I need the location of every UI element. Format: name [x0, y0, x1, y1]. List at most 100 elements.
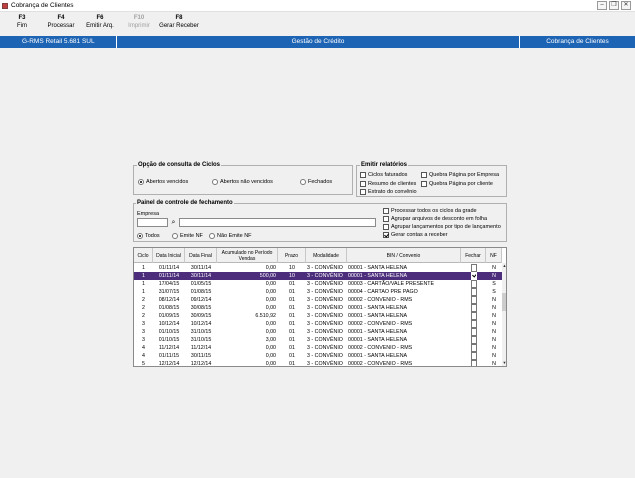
radio-dot — [209, 233, 215, 239]
cell-nf: N — [492, 273, 496, 279]
table-row[interactable]: 4 01/11/15 30/11/15 0,00 01 3 - CONVÊNIO 00001… — [134, 352, 502, 360]
radio-abertos-vencidos[interactable]: Abertos vencidos — [138, 179, 188, 185]
cell-mod: 3 - CONVÊNIO — [307, 305, 343, 311]
cell-nf: N — [492, 321, 496, 327]
check-extrato-convenio[interactable]: Extrato do convênio — [360, 189, 417, 195]
cell-ciclo: 2 — [142, 313, 145, 319]
fechar-checkbox[interactable] — [471, 288, 477, 296]
cell-acum: 3,00 — [265, 337, 276, 343]
close-icon[interactable]: ✕ — [621, 1, 631, 10]
toolbar: F3 Fim F4 Processar F6 Emitir Arq. F10 I… — [0, 12, 635, 36]
cell-mod: 3 - CONVÊNIO — [307, 321, 343, 327]
cell-prazo: 01 — [289, 361, 295, 367]
cell-mod: 3 - CONVÊNIO — [307, 289, 343, 295]
vertical-scrollbar[interactable]: ▲ ▼ — [502, 263, 506, 366]
col-bin-convenio[interactable]: BIN / Convenio — [347, 248, 461, 263]
cell-acum: 0,00 — [265, 289, 276, 295]
table-row[interactable]: 4 11/12/14 11/12/14 0,00 01 3 - CONVÊNIO 00002… — [134, 344, 502, 352]
fechar-checkbox[interactable] — [471, 272, 477, 280]
check-quebra-cliente[interactable]: Quebra Página por cliente — [421, 181, 493, 187]
radio-todos[interactable]: Todos — [137, 233, 160, 239]
table-row[interactable]: 2 08/12/14 09/12/14 0,00 01 3 - CONVÊNIO 00002… — [134, 296, 502, 304]
scroll-thumb[interactable] — [502, 293, 506, 311]
relatorios-title: Emitir relatórios — [360, 162, 409, 168]
table-row[interactable]: 3 10/12/14 10/12/14 0,00 01 3 - CONVÊNIO 00002… — [134, 320, 502, 328]
gerar-receber-button[interactable]: F8 Gerar Receber — [158, 14, 200, 30]
cell-bin: 00001 - SANTA HELENA — [348, 337, 408, 343]
fechar-checkbox[interactable] — [471, 296, 477, 304]
table-row[interactable]: 2 01/09/15 30/09/15 6.510,92 01 3 - CONVÊNIO 0… — [134, 312, 502, 320]
radio-dot — [212, 179, 218, 185]
cell-acum: 500,00 — [259, 273, 276, 279]
cell-ini: 01/09/15 — [158, 313, 180, 319]
check-quebra-empresa[interactable]: Quebra Página por Empresa — [421, 172, 499, 178]
cell-ciclo: 1 — [142, 281, 145, 287]
table-row[interactable]: 5 12/12/14 12/12/14 0,00 01 3 - CONVÊNIO 00002… — [134, 360, 502, 367]
fechar-checkbox[interactable] — [471, 336, 477, 344]
painel-title: Painel de controle de fechamento — [136, 200, 234, 206]
cell-acum: 0,00 — [265, 305, 276, 311]
radio-emite-nf[interactable]: Emite NF — [172, 233, 203, 239]
fechar-checkbox[interactable] — [471, 280, 477, 288]
fechar-checkbox[interactable] — [471, 328, 477, 336]
table-row[interactable]: 1 01/11/14 30/11/14 500,00 10 3 - CONVÊNIO 000… — [134, 272, 502, 280]
col-data-final[interactable]: Data Final — [185, 248, 217, 263]
cell-fim: 12/12/14 — [190, 361, 212, 367]
cell-ini: 08/12/14 — [158, 297, 180, 303]
col-fechar[interactable]: Fechar — [461, 248, 486, 263]
empresa-code-input[interactable] — [137, 218, 168, 227]
emitir-arq-button[interactable]: F6 Emitir Arq. — [83, 14, 117, 30]
cell-ciclo: 4 — [142, 345, 145, 351]
radio-abertos-nao-vencidos[interactable]: Abertos não vencidos — [212, 179, 273, 185]
cell-nf: N — [492, 361, 496, 367]
table-row[interactable]: 1 17/04/15 01/05/15 0,00 01 3 - CONVÊNIO 00003… — [134, 280, 502, 288]
empresa-name-input[interactable] — [179, 218, 376, 227]
check-agrupar-arquivos[interactable]: Agrupar arquivos de desconto em folha — [383, 216, 487, 222]
cell-prazo: 01 — [289, 337, 295, 343]
table-row[interactable]: 3 01/10/15 31/10/15 0,00 01 3 - CONVÊNIO 00001… — [134, 328, 502, 336]
table-row[interactable]: 1 31/07/15 01/08/15 0,00 01 3 - CONVÊNIO 00004… — [134, 288, 502, 296]
cell-prazo: 01 — [289, 305, 295, 311]
fechar-checkbox[interactable] — [471, 264, 477, 272]
table-row[interactable]: 2 01/08/15 30/08/15 0,00 01 3 - CONVÊNIO 00001… — [134, 304, 502, 312]
col-data-inicial[interactable]: Data Inicial — [153, 248, 185, 263]
fim-button[interactable]: F3 Fim — [12, 14, 32, 30]
ciclos-grid[interactable]: Ciclo Data Inicial Data Final Acumulado … — [133, 247, 507, 367]
binoculars-icon[interactable]: ⌕ — [169, 218, 178, 227]
radio-nao-emite-nf[interactable]: Não Emite NF — [209, 233, 252, 239]
processar-button[interactable]: F4 Processar — [44, 14, 78, 30]
radio-fechados[interactable]: Fechados — [300, 179, 332, 185]
fechar-checkbox[interactable] — [471, 344, 477, 352]
col-acumulado[interactable]: Acumulado no Período Vendas — [217, 248, 278, 263]
fechar-checkbox[interactable] — [471, 320, 477, 328]
minimize-icon[interactable]: – — [597, 1, 607, 10]
scroll-up-icon[interactable]: ▲ — [502, 263, 506, 269]
cell-fim: 10/12/14 — [190, 321, 212, 327]
col-ciclo[interactable]: Ciclo — [134, 248, 153, 263]
col-nf[interactable]: NF — [486, 248, 502, 263]
cell-bin: 00001 - SANTA HELENA — [348, 329, 408, 335]
module-name: Gestão de Crédito — [291, 38, 345, 45]
consulta-title: Opção de consulta de Ciclos — [137, 162, 222, 168]
check-agrupar-lancamentos[interactable]: Agrupar lançamentos por tipo de lançamen… — [383, 224, 501, 230]
table-row[interactable]: 3 01/10/15 31/10/15 3,00 01 3 - CONVÊNIO 00001… — [134, 336, 502, 344]
col-prazo[interactable]: Prazo — [278, 248, 306, 263]
fechar-checkbox[interactable] — [471, 312, 477, 320]
scroll-down-icon[interactable]: ▼ — [502, 360, 506, 366]
imprimir-button[interactable]: F10 Imprimir — [124, 14, 154, 30]
restore-icon[interactable]: ❐ — [609, 1, 619, 10]
col-modalidade[interactable]: Modalidade — [306, 248, 347, 263]
cell-ini: 01/11/14 — [158, 265, 180, 271]
fechar-checkbox[interactable] — [471, 304, 477, 312]
check-resumo-clientes[interactable]: Resumo de clientes — [360, 181, 416, 187]
radio-dot — [138, 179, 144, 185]
check-gerar-contas[interactable]: Gerar contas a receber — [383, 232, 448, 238]
cell-nf: N — [492, 353, 496, 359]
check-processar-todos[interactable]: Processar todos os ciclos da grade — [383, 208, 477, 214]
cell-nf: N — [492, 337, 496, 343]
fechar-checkbox[interactable] — [471, 360, 477, 366]
cell-mod: 3 - CONVÊNIO — [307, 297, 343, 303]
fechar-checkbox[interactable] — [471, 352, 477, 360]
check-ciclos-faturados[interactable]: Ciclos faturados — [360, 172, 407, 178]
table-row[interactable]: 1 01/11/14 30/11/14 0,00 10 3 - CONVÊNIO 00001… — [134, 264, 502, 272]
